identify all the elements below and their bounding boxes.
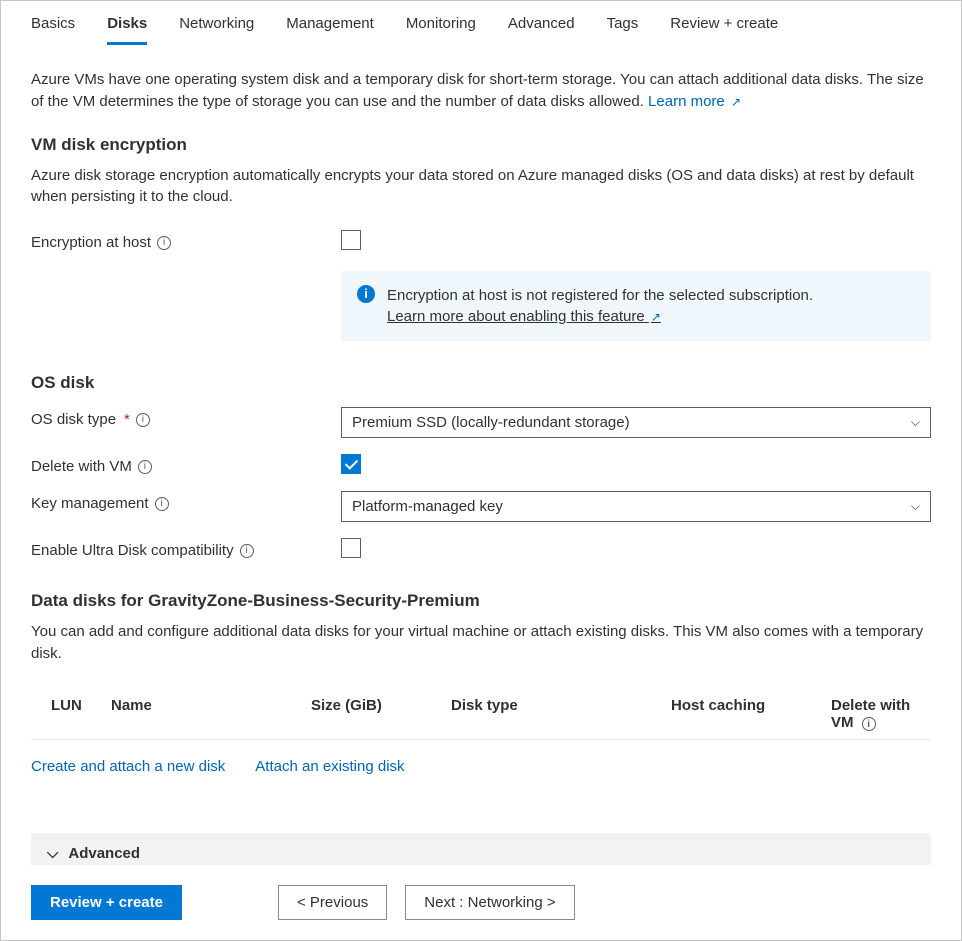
info-icon[interactable]: i	[138, 460, 152, 474]
ultra-disk-checkbox[interactable]	[341, 538, 361, 558]
review-create-button[interactable]: Review + create	[31, 885, 182, 920]
info-icon[interactable]: i	[157, 236, 171, 250]
info-circle-icon: i	[357, 285, 375, 303]
encryption-info-text: Encryption at host is not registered for…	[387, 285, 813, 306]
tab-disks[interactable]: Disks	[107, 15, 147, 45]
col-delete: Delete with VM i	[831, 697, 931, 732]
tab-bar: Basics Disks Networking Management Monit…	[1, 1, 961, 45]
os-disk-type-label: OS disk type* i	[31, 407, 341, 428]
key-management-label: Key management i	[31, 491, 341, 512]
col-lun: LUN	[31, 697, 111, 732]
learn-more-link[interactable]: Learn more ↗	[648, 93, 741, 110]
attach-disk-link[interactable]: Attach an existing disk	[255, 758, 404, 775]
chevron-down-icon: ⌵	[47, 845, 58, 862]
tab-basics[interactable]: Basics	[31, 15, 75, 45]
intro-text: Azure VMs have one operating system disk…	[1, 45, 961, 113]
data-disks-heading: Data disks for GravityZone-Business-Secu…	[1, 569, 961, 617]
encryption-at-host-label: Encryption at host i	[31, 230, 341, 251]
external-link-icon: ↗	[731, 95, 741, 109]
tab-review-create[interactable]: Review + create	[670, 15, 778, 45]
create-disk-link[interactable]: Create and attach a new disk	[31, 758, 225, 775]
delete-with-vm-label: Delete with VM i	[31, 454, 341, 475]
vm-disk-encryption-heading: VM disk encryption	[1, 113, 961, 161]
col-size: Size (GiB)	[311, 697, 451, 732]
chevron-down-icon: ⌵	[911, 415, 920, 430]
col-cache: Host caching	[671, 697, 831, 732]
chevron-down-icon: ⌵	[911, 499, 920, 514]
col-type: Disk type	[451, 697, 671, 732]
tab-tags[interactable]: Tags	[607, 15, 639, 45]
tab-networking[interactable]: Networking	[179, 15, 254, 45]
col-name: Name	[111, 697, 311, 732]
encryption-at-host-checkbox[interactable]	[341, 230, 361, 250]
tab-advanced[interactable]: Advanced	[508, 15, 575, 45]
key-management-select[interactable]: Platform-managed key ⌵	[341, 491, 931, 522]
encryption-info-link[interactable]: Learn more about enabling this feature ↗	[387, 308, 661, 325]
previous-button[interactable]: < Previous	[278, 885, 387, 920]
data-disks-desc: You can add and configure additional dat…	[1, 617, 961, 679]
tab-monitoring[interactable]: Monitoring	[406, 15, 476, 45]
os-disk-type-select[interactable]: Premium SSD (locally-redundant storage) …	[341, 407, 931, 438]
info-icon[interactable]: i	[240, 544, 254, 558]
info-icon[interactable]: i	[155, 497, 169, 511]
os-disk-heading: OS disk	[1, 351, 961, 399]
next-button[interactable]: Next : Networking >	[405, 885, 574, 920]
ultra-disk-label: Enable Ultra Disk compatibility i	[31, 538, 341, 559]
footer-bar: Review + create < Previous Next : Networ…	[1, 865, 961, 940]
data-disks-table: LUN Name Size (GiB) Disk type Host cachi…	[31, 689, 931, 741]
info-icon[interactable]: i	[136, 413, 150, 427]
tab-management[interactable]: Management	[286, 15, 374, 45]
external-link-icon: ↗	[651, 310, 661, 324]
delete-with-vm-checkbox[interactable]	[341, 454, 361, 474]
encryption-info-box: i Encryption at host is not registered f…	[341, 271, 931, 341]
info-icon[interactable]: i	[862, 717, 876, 731]
vm-disk-encryption-desc: Azure disk storage encryption automatica…	[1, 161, 961, 223]
